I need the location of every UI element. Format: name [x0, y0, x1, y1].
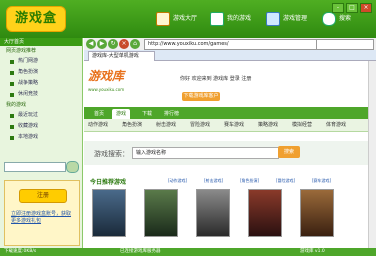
sidebar-item[interactable]: 收藏游戏 [0, 121, 82, 132]
status-speed: 下载速度:0KB/s [4, 249, 37, 254]
subnav-link[interactable]: 动作游戏 [88, 121, 108, 128]
home-button[interactable]: ⌂ [130, 39, 140, 49]
bullet-icon [10, 60, 14, 64]
site-welcome-text: 你好 欢迎来到 游戏库 登录 注册 [180, 76, 252, 82]
title-bar: 游戏盒 游戏大厅 我的游戏 游戏管理 搜索 - □ × [0, 0, 376, 38]
sidebar-item-label: 最近玩过 [18, 112, 39, 118]
sidebar-item[interactable]: 最近玩过 [0, 110, 82, 121]
site-search-label: 游戏搜索： [94, 150, 129, 158]
subnav-link[interactable]: 体育游戏 [326, 121, 346, 128]
bullet-icon [10, 93, 14, 97]
bullet-icon [10, 114, 14, 118]
game-hall-button[interactable]: 游戏大厅 [156, 12, 197, 26]
sidebar-group-title: 网页游戏推荐 [6, 48, 37, 54]
sidebar-item-label: 战争策略 [18, 80, 39, 86]
sidebar: 大厅首页 网页游戏推荐 热门网游 角色扮演 战争策略 休闲竞技 我的游戏 最近玩… [0, 38, 83, 250]
register-link[interactable]: 立即注册游戏盒账号，获取更多游戏礼包 [11, 211, 73, 225]
site-nav-download[interactable]: 下载 [138, 109, 156, 119]
sidebar-item[interactable]: 战争策略 [0, 78, 82, 89]
subnav-link[interactable]: 冒险游戏 [190, 121, 210, 128]
site-nav-home[interactable]: 首页 [90, 109, 108, 119]
site-search-button[interactable]: 搜索 [278, 146, 300, 158]
game-cover[interactable] [196, 189, 230, 237]
bullet-icon [10, 136, 14, 140]
sidebar-item-label: 热门网游 [18, 58, 39, 64]
subnav-link[interactable]: 角色扮演 [122, 121, 142, 128]
status-version: 游戏库 v1.0 [300, 249, 325, 254]
refresh-button[interactable]: ↻ [108, 39, 118, 49]
browser-search-input[interactable] [316, 39, 374, 50]
page-scrollbar[interactable] [368, 61, 376, 248]
game-manage-label: 游戏管理 [283, 15, 308, 22]
grid-icon [210, 12, 224, 26]
download-client-button[interactable]: 下载游戏库客户端 [182, 92, 220, 108]
maximize-button[interactable]: □ [346, 3, 358, 13]
site-search-area: 游戏搜索： 输入游戏名称 搜索 [84, 141, 368, 165]
sidebar-item[interactable]: 角色扮演 [0, 67, 82, 78]
forward-button[interactable]: ▶ [97, 39, 107, 49]
address-bar[interactable]: http://www.youxiku.com/games/ [144, 39, 317, 50]
sidebar-header[interactable]: 大厅首页 [0, 38, 82, 46]
site-nav-rank[interactable]: 排行榜 [160, 109, 183, 119]
sidebar-item[interactable]: 本地游戏 [0, 132, 82, 143]
sidebar-item-label: 角色扮演 [18, 69, 39, 75]
bullet-icon [10, 71, 14, 75]
subnav-link[interactable]: 射击游戏 [156, 121, 176, 128]
search-top-label: 搜索 [339, 15, 352, 22]
sidebar-search-button[interactable] [66, 161, 79, 173]
section-link[interactable]: [角色扮演] [240, 178, 259, 184]
section-link[interactable]: [动作游戏] [168, 178, 187, 184]
sidebar-item-label: 休闲竞技 [18, 91, 39, 97]
stop-button[interactable]: × [119, 39, 129, 49]
subnav-link[interactable]: 赛车游戏 [224, 121, 244, 128]
bullet-icon [10, 125, 14, 129]
game-hall-label: 游戏大厅 [173, 15, 198, 22]
search-button-top[interactable]: 搜索 [322, 12, 351, 26]
tab-bar: 游戏库-大型单机游戏 [84, 50, 376, 61]
close-button[interactable]: × [360, 3, 372, 13]
my-games-button[interactable]: 我的游戏 [210, 12, 251, 26]
bullet-icon [10, 82, 14, 86]
sidebar-item[interactable]: 休闲竞技 [0, 89, 82, 100]
section-title: 今日推荐游戏 [90, 179, 127, 186]
my-games-label: 我的游戏 [227, 15, 252, 22]
app-logo: 游戏盒 [6, 6, 66, 32]
sidebar-item-label: 收藏游戏 [18, 123, 39, 129]
site-nav: 首页 游戏 下载 排行榜 [84, 107, 368, 119]
game-cover[interactable] [92, 189, 126, 237]
status-connection: 已连接游戏库服务器 [120, 249, 161, 254]
game-cover[interactable] [248, 189, 282, 237]
browser-tab[interactable]: 游戏库-大型单机游戏 [88, 51, 155, 61]
site-logo-url: www.youxiku.com [88, 87, 125, 92]
minimize-button[interactable]: - [332, 3, 344, 13]
sidebar-search-input[interactable] [4, 162, 66, 172]
web-content: 游戏库 www.youxiku.com 你好 欢迎来到 游戏库 登录 注册 下载… [84, 61, 368, 248]
site-nav-games[interactable]: 游戏 [112, 109, 131, 119]
window-controls: - □ × [332, 3, 372, 13]
sidebar-item[interactable]: 热门网游 [0, 56, 82, 67]
register-banner: 注册 立即注册游戏盒账号，获取更多游戏礼包 [4, 180, 80, 246]
subnav-link[interactable]: 策略游戏 [258, 121, 278, 128]
status-bar: 下载速度:0KB/s 已连接游戏库服务器 游戏库 v1.0 [0, 248, 376, 256]
manage-icon [266, 12, 280, 26]
site-logo[interactable]: 游戏库 [88, 67, 136, 89]
game-manage-button[interactable]: 游戏管理 [266, 12, 307, 26]
search-icon [322, 12, 336, 26]
section-link[interactable]: [赛车游戏] [312, 178, 331, 184]
back-button[interactable]: ◀ [86, 39, 96, 49]
subnav-link[interactable]: 模拟经营 [292, 121, 312, 128]
game-cover[interactable] [300, 189, 334, 237]
site-search-input[interactable]: 输入游戏名称 [132, 147, 279, 159]
site-subnav: 动作游戏 角色扮演 射击游戏 冒险游戏 赛车游戏 策略游戏 模拟经营 体育游戏 [84, 119, 368, 132]
sidebar-group-title: 我的游戏 [6, 102, 27, 108]
sidebar-item-label: 本地游戏 [18, 134, 39, 140]
home-icon [156, 12, 170, 26]
game-cover[interactable] [144, 189, 178, 237]
register-button[interactable]: 注册 [19, 189, 67, 203]
section-link[interactable]: [冒险游戏] [276, 178, 295, 184]
section-link[interactable]: [射击游戏] [204, 178, 223, 184]
